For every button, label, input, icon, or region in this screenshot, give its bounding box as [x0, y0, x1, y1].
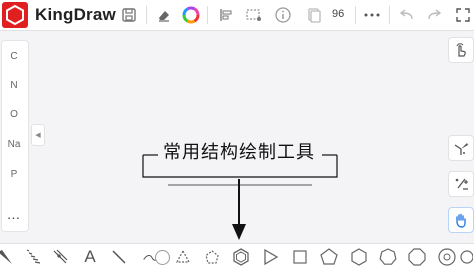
play-triangle-icon[interactable] [259, 246, 281, 268]
hexagon-ring-icon[interactable] [348, 246, 370, 268]
pentagon-ring-icon[interactable] [318, 246, 340, 268]
hashed-wedge-bond-icon[interactable] [22, 246, 44, 268]
benzene-ring-icon[interactable] [230, 246, 252, 268]
single-bond-icon[interactable] [108, 246, 130, 268]
more-rings-icon[interactable] [458, 246, 474, 268]
octagon-ring-icon[interactable] [406, 246, 428, 268]
text-tool-icon[interactable]: A [79, 246, 101, 268]
solid-wedge-bond-icon[interactable] [0, 246, 16, 268]
square-ring-icon[interactable] [289, 246, 311, 268]
callout-annotation [142, 154, 338, 240]
slider-handle[interactable] [155, 250, 170, 265]
callout-text: 常用结构绘制工具 [163, 142, 315, 162]
bold-bond-icon[interactable] [49, 246, 71, 268]
cyclopropane-icon[interactable] [172, 246, 194, 268]
cyclopentane-icon[interactable] [201, 246, 223, 268]
ring-template-icon[interactable] [436, 246, 458, 268]
heptagon-ring-icon[interactable] [377, 246, 399, 268]
